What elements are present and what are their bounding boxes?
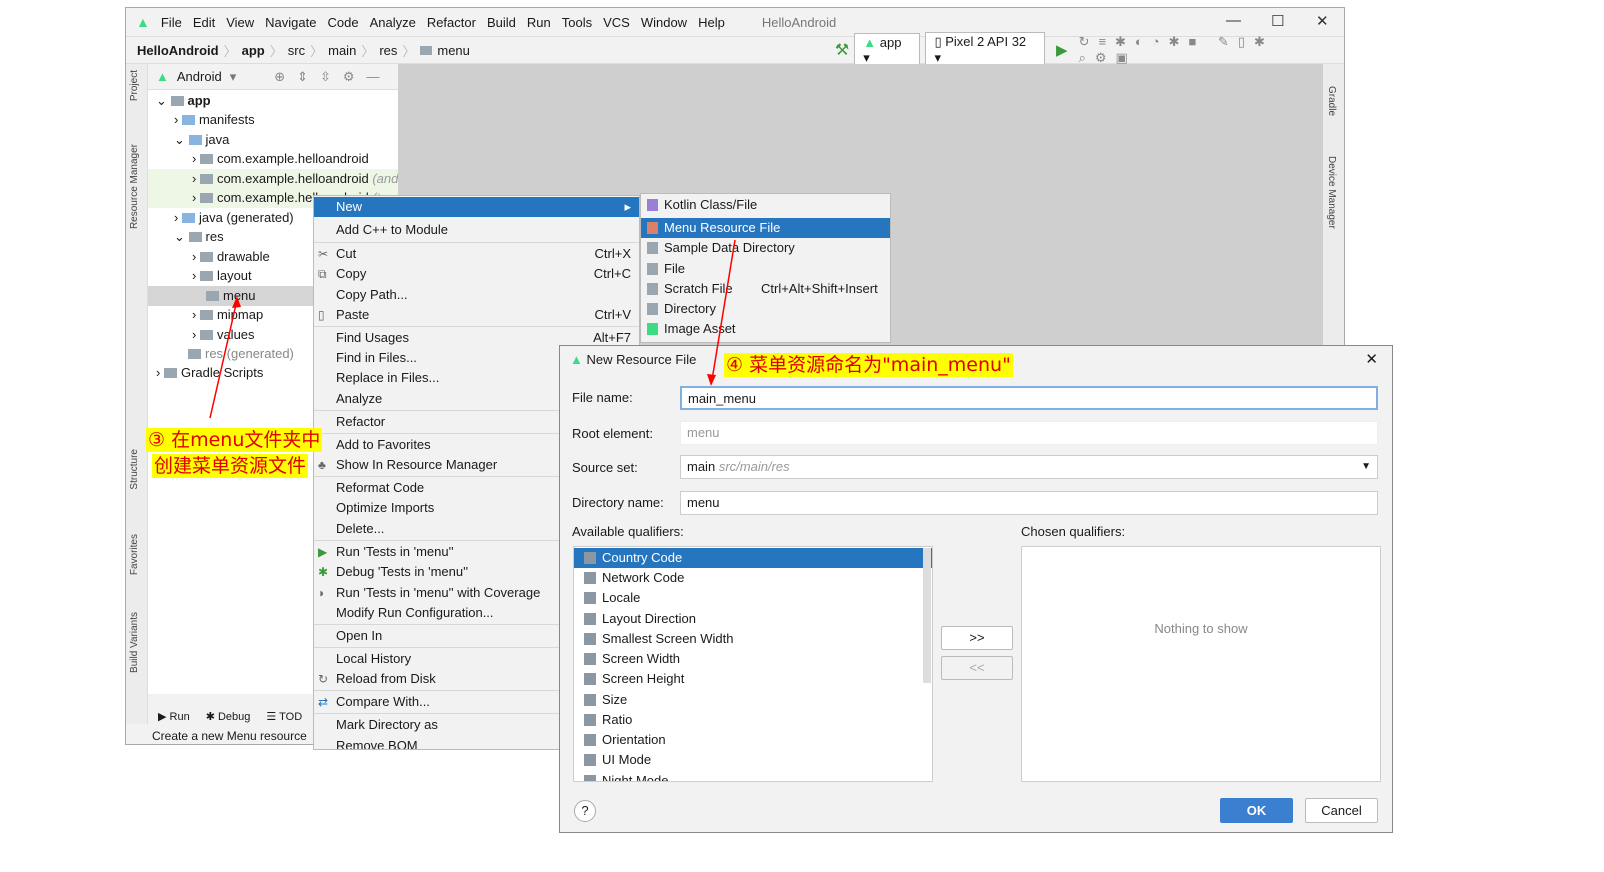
arrowhead-step4 xyxy=(707,374,716,386)
annotation-step3-line2: 创建菜单资源文件 xyxy=(152,454,309,478)
annotation-step3-line1: ③ 在menu文件夹中 xyxy=(146,428,323,452)
annotation-step4: ④ 菜单资源命名为"main_menu" xyxy=(724,353,1013,377)
arrowhead-step3 xyxy=(232,296,241,308)
arrow-step3 xyxy=(209,299,238,419)
